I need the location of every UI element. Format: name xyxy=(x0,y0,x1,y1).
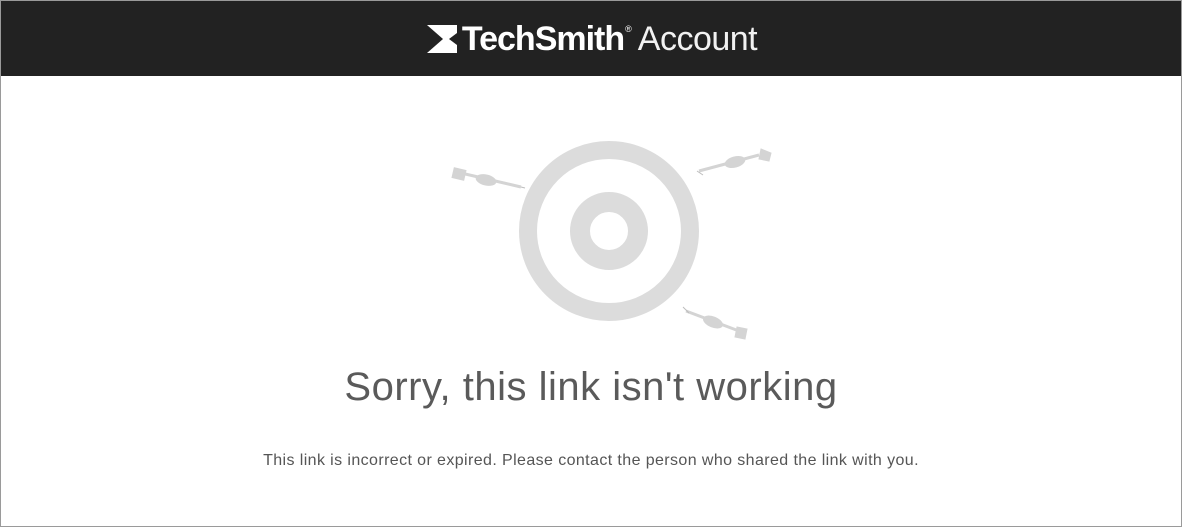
dart-icon xyxy=(682,306,748,340)
page-frame: TechSmith ® Account Sorry, this link isn… xyxy=(0,0,1182,527)
registered-mark: ® xyxy=(625,24,632,34)
product-name: Account xyxy=(637,20,758,58)
techsmith-logo-icon xyxy=(426,25,457,53)
top-bar: TechSmith ® Account xyxy=(1,1,1181,76)
brand-name: TechSmith xyxy=(461,20,625,58)
dart-icon xyxy=(451,167,526,189)
dart-icon xyxy=(696,148,772,176)
techsmith-account-logo[interactable]: TechSmith ® Account xyxy=(426,20,758,58)
target-with-darts-icon xyxy=(441,131,781,351)
target-icon xyxy=(519,141,699,321)
error-headline: Sorry, this link isn't working xyxy=(344,365,838,409)
error-message: This link is incorrect or expired. Pleas… xyxy=(263,452,919,469)
